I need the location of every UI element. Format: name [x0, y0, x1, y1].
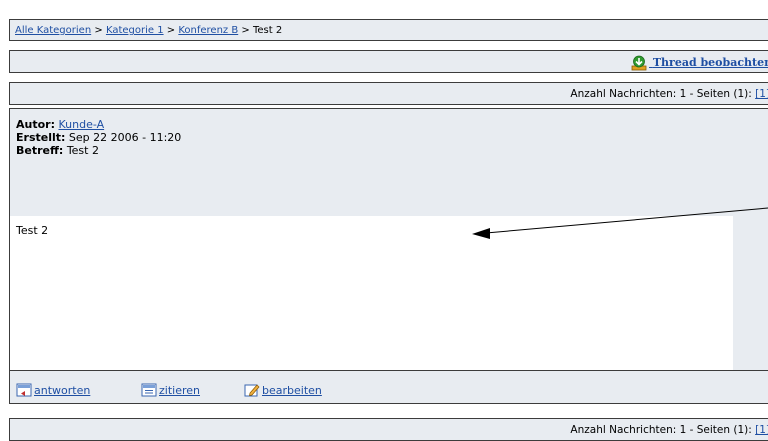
reply-button[interactable]: antworten	[16, 382, 90, 398]
message-count-label: Anzahl Nachrichten: 1 - Seiten (1):	[570, 88, 752, 100]
author-row: Autor: Kunde-A	[16, 118, 768, 131]
breadcrumb-current: Test 2	[252, 25, 283, 36]
breadcrumb-link-all-categories[interactable]: Alle Kategorien	[15, 25, 91, 36]
reply-label: antworten	[34, 383, 91, 397]
edit-label: bearbeiten	[262, 383, 322, 397]
quote-label: zitieren	[159, 383, 200, 397]
reply-icon	[16, 383, 32, 397]
created-row: Erstellt: Sep 22 2006 - 11:20	[16, 131, 768, 144]
breadcrumb-link-conference-b[interactable]: Konferenz B	[178, 25, 238, 36]
edit-button[interactable]: bearbeiten	[244, 382, 322, 398]
message-count-label: Anzahl Nachrichten: 1 - Seiten (1):	[570, 424, 752, 436]
breadcrumb-separator: >	[241, 25, 250, 36]
subject-label: Betreff:	[16, 144, 64, 157]
post-header: Autor: Kunde-A Erstellt: Sep 22 2006 - 1…	[9, 108, 768, 217]
breadcrumb-link-category-1[interactable]: Kategorie 1	[106, 25, 164, 36]
download-arrow-icon	[631, 55, 647, 71]
post-gutter	[733, 216, 768, 371]
watch-thread-button[interactable]: Thread beobachten	[631, 55, 768, 71]
created-label: Erstellt:	[16, 131, 66, 144]
subject-value: Test 2	[66, 144, 99, 157]
author-label: Autor:	[16, 118, 55, 131]
quote-icon	[141, 383, 157, 397]
author-link[interactable]: Kunde-A	[58, 118, 104, 131]
pagination-bar-bottom: Anzahl Nachrichten: 1 - Seiten (1): [1]	[9, 418, 768, 441]
page-link-1[interactable]: [1]	[755, 88, 768, 100]
edit-pencil-icon	[244, 384, 260, 397]
thread-toolbar: Thread beobachten	[9, 50, 768, 73]
breadcrumb-separator: >	[166, 25, 176, 36]
watch-thread-label: Thread beobachten	[652, 56, 768, 69]
breadcrumb: Alle Kategorien > Kategorie 1 > Konferen…	[9, 19, 768, 41]
quote-button[interactable]: zitieren	[141, 382, 200, 398]
message-count: Anzahl Nachrichten: 1 - Seiten (1): [1]	[570, 88, 768, 100]
subject-row: Betreff: Test 2	[16, 144, 768, 157]
post-body-text: Test 2	[16, 224, 49, 237]
breadcrumb-separator: >	[94, 25, 103, 36]
pagination-bar-top: Anzahl Nachrichten: 1 - Seiten (1): [1]	[9, 82, 768, 105]
page-link-1[interactable]: [1]	[755, 424, 768, 436]
message-count: Anzahl Nachrichten: 1 - Seiten (1): [1]	[570, 424, 768, 436]
created-value: Sep 22 2006 - 11:20	[68, 131, 182, 144]
post-body: Test 2	[9, 216, 768, 371]
post-actions: antworten zitieren bearbeiten	[9, 370, 768, 404]
